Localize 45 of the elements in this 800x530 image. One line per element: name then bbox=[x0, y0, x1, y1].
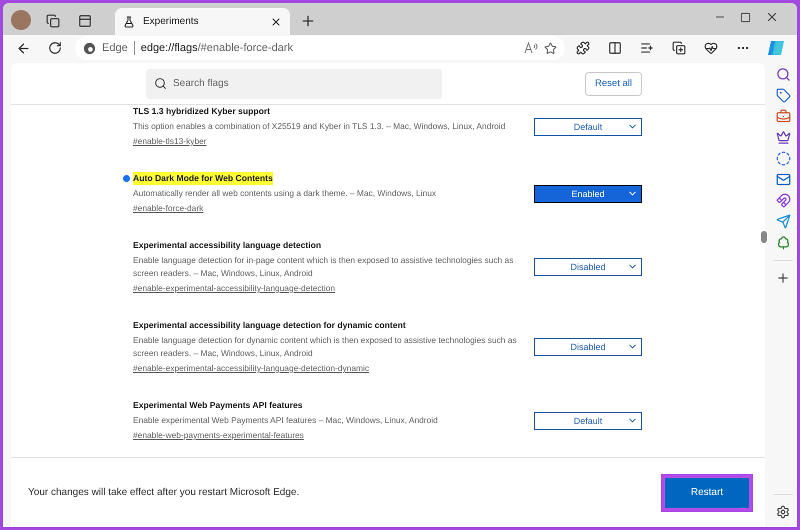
restart-message: Your changes will take effect after you restart Microsoft Edge. bbox=[28, 487, 300, 498]
toolbox-icon[interactable] bbox=[776, 109, 790, 124]
star-icon[interactable] bbox=[544, 42, 557, 54]
magnet-icon[interactable] bbox=[776, 193, 790, 208]
search-icon[interactable] bbox=[776, 67, 790, 82]
settings-icon[interactable] bbox=[776, 505, 790, 519]
flask-icon bbox=[123, 16, 135, 28]
flag-dropdown[interactable]: Disabled bbox=[534, 338, 642, 356]
flag-dropdown[interactable]: Disabled bbox=[534, 258, 642, 276]
flag-description: Enable language detection for dynamic content which is then exposed to assistive technologies such as screen readers. – Mac, Windows, Linux, Android bbox=[133, 334, 518, 360]
tag-icon[interactable] bbox=[776, 88, 790, 103]
maximize-icon[interactable] bbox=[740, 12, 751, 22]
flag-description: Enable experimental Web Payments API features – Mac, Windows, Linux, Android bbox=[133, 414, 439, 427]
restart-button[interactable]: Restart bbox=[661, 474, 753, 512]
add-icon[interactable] bbox=[776, 271, 790, 285]
close-icon[interactable] bbox=[270, 16, 282, 28]
paper-plane-icon[interactable] bbox=[776, 214, 790, 229]
close-icon[interactable] bbox=[765, 10, 779, 24]
flag-description: Enable language detection for in-page content which is then exposed to assistive technologies such as screen readers. – Mac, Windows, Linux, Android bbox=[133, 254, 514, 280]
flag-description: This option enables a combination of X25519 and Kyber in TLS 1.3. – Mac, Windows, Linux, Android bbox=[133, 120, 506, 133]
flag-description: Automatically render all web contents using a dark theme. – Mac, Windows, Linux bbox=[133, 187, 438, 200]
search-icon bbox=[154, 76, 167, 90]
browser-tab[interactable]: Experiments bbox=[115, 8, 290, 35]
mail-icon[interactable] bbox=[776, 172, 790, 187]
profile-avatar[interactable] bbox=[11, 10, 31, 30]
scrollbar-thumb[interactable] bbox=[761, 231, 767, 243]
flag-link[interactable]: #enable-force-dark bbox=[133, 202, 523, 215]
flag-title: Experimental accessibility language detection for dynamic content bbox=[133, 319, 406, 332]
flag-link[interactable]: #enable-web-payments-experimental-features bbox=[133, 429, 523, 442]
reset-all-button[interactable]: Reset all bbox=[585, 72, 642, 96]
flag-title: Auto Dark Mode for Web Contents bbox=[133, 172, 273, 185]
flag-dropdown[interactable]: Default bbox=[534, 118, 642, 136]
flag-link[interactable]: #enable-experimental-accessibility-language-detection bbox=[133, 282, 523, 295]
flag-title: Experimental accessibility language detection bbox=[133, 239, 322, 252]
flag-title: Experimental Web Payments API features bbox=[133, 399, 303, 412]
tree-icon[interactable] bbox=[776, 235, 790, 250]
flag-dropdown[interactable]: Enabled bbox=[534, 184, 642, 202]
flag-link[interactable]: #enable-experimental-accessibility-language-detection-dynamic bbox=[133, 362, 523, 375]
flag-dropdown[interactable]: Default bbox=[534, 412, 642, 430]
address-bar[interactable]: Edge edge://flags/#enable-force-dark bbox=[75, 36, 565, 60]
search-field[interactable]: Search flags bbox=[146, 68, 442, 98]
flag-title: TLS 1.3 hybridized Kyber support bbox=[133, 105, 270, 118]
ring-icon[interactable] bbox=[776, 151, 790, 166]
read-aloud-icon[interactable] bbox=[524, 42, 538, 54]
flag-link[interactable]: #enable-tls13-kyber bbox=[133, 135, 523, 148]
